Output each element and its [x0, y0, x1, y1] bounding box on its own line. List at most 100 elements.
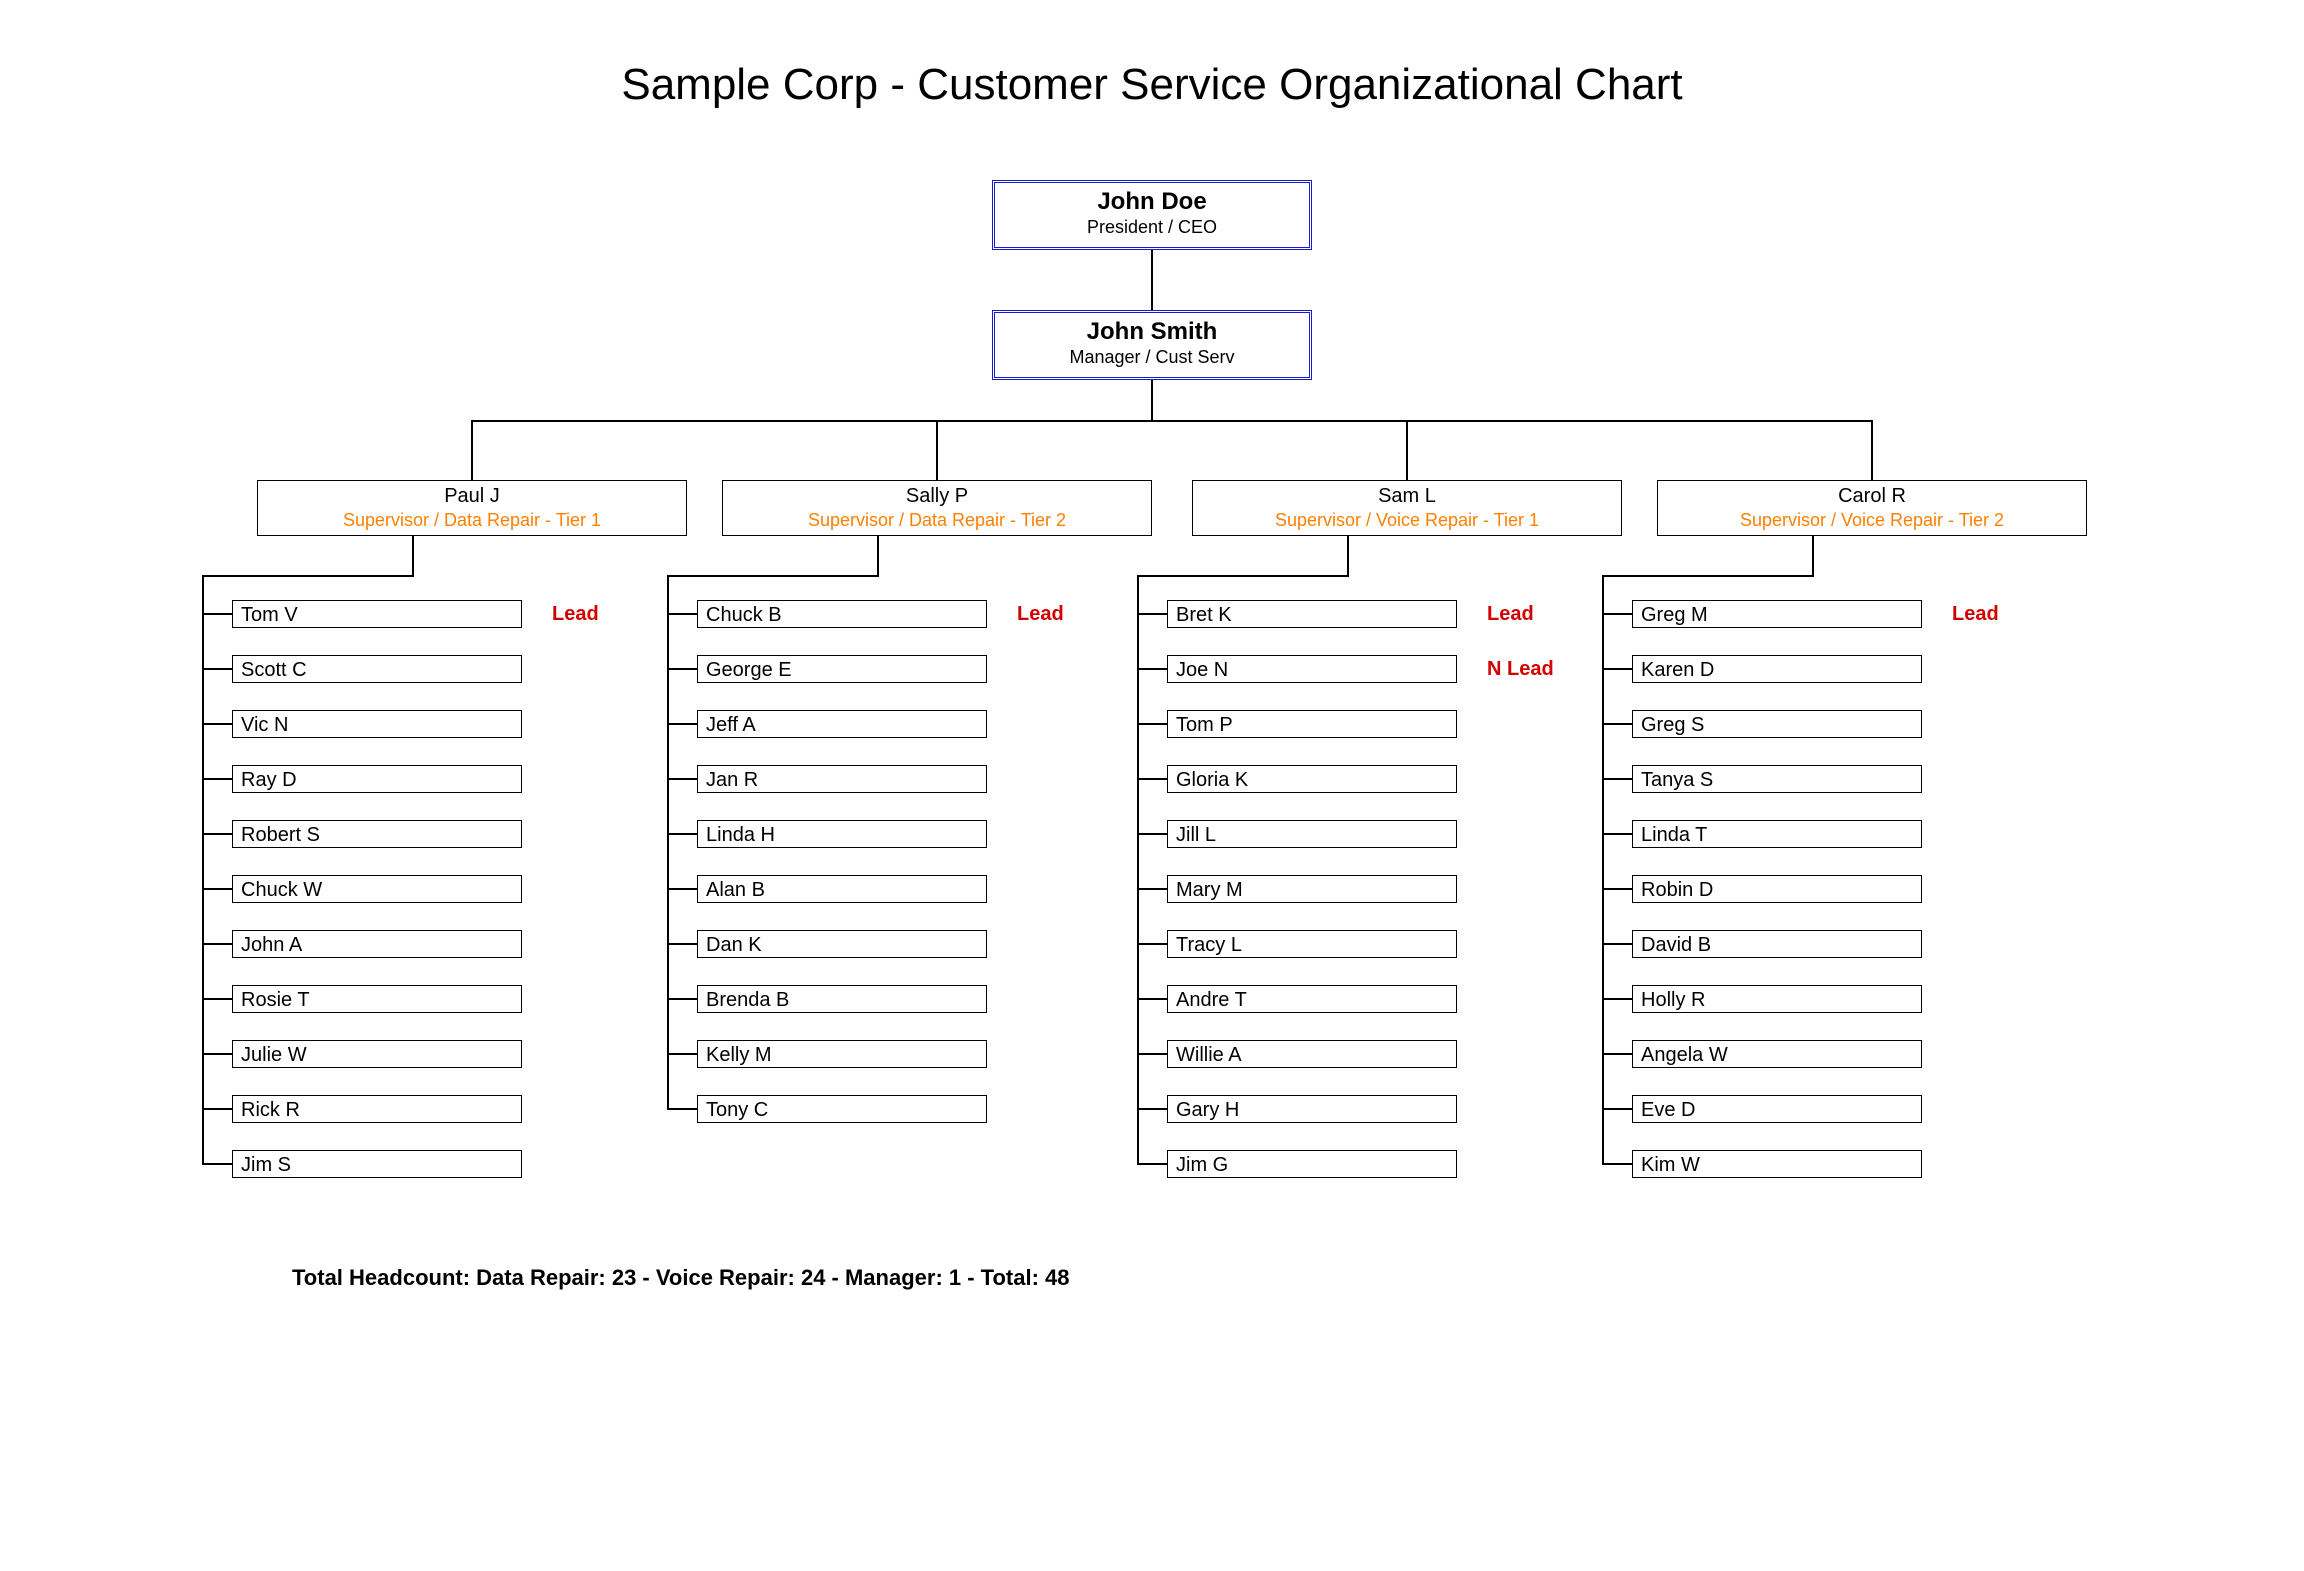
connector — [1812, 536, 1814, 575]
employee-box: David B — [1632, 930, 1922, 958]
employee-box: Bret K — [1167, 600, 1457, 628]
employee-box: Jim S — [232, 1150, 522, 1178]
connector — [412, 536, 414, 575]
connector — [1871, 420, 1873, 480]
employee-box: Karen D — [1632, 655, 1922, 683]
employee-box: John A — [232, 930, 522, 958]
supervisor-name: Carol R — [1658, 485, 2086, 508]
supervisor-box: Sally PSupervisor / Data Repair - Tier 2 — [722, 480, 1152, 536]
connector — [1137, 943, 1167, 945]
connector — [667, 998, 697, 1000]
connector — [1137, 888, 1167, 890]
connector — [202, 943, 232, 945]
employee-box: Kelly M — [697, 1040, 987, 1068]
connector — [1602, 575, 1814, 577]
connector — [1137, 575, 1349, 577]
connector — [1137, 1108, 1167, 1110]
page-title: Sample Corp - Customer Service Organizat… — [0, 60, 2304, 110]
role-tag: Lead — [1017, 600, 1064, 628]
employee-box: Tanya S — [1632, 765, 1922, 793]
employee-box: Dan K — [697, 930, 987, 958]
supervisor-title: Supervisor / Data Repair - Tier 2 — [723, 510, 1151, 531]
employee-box: Greg M — [1632, 600, 1922, 628]
employee-box: Robin D — [1632, 875, 1922, 903]
manager-name: John Smith — [995, 319, 1309, 345]
connector — [1151, 380, 1153, 420]
connector — [202, 833, 232, 835]
connector — [1406, 420, 1408, 480]
role-tag: Lead — [1952, 600, 1999, 628]
connector — [667, 575, 879, 577]
employee-box: Linda T — [1632, 820, 1922, 848]
connector — [202, 1053, 232, 1055]
employee-box: Gary H — [1167, 1095, 1457, 1123]
supervisor-name: Paul J — [258, 485, 686, 508]
headcount-summary: Total Headcount: Data Repair: 23 - Voice… — [292, 1265, 1070, 1291]
connector — [1137, 833, 1167, 835]
connector — [1602, 575, 1604, 1164]
connector — [1137, 1163, 1167, 1165]
employee-box: Julie W — [232, 1040, 522, 1068]
connector — [202, 998, 232, 1000]
connector — [1602, 943, 1632, 945]
role-tag: Lead — [1487, 600, 1534, 628]
employee-box: Greg S — [1632, 710, 1922, 738]
connector — [1137, 613, 1167, 615]
role-tag: N Lead — [1487, 655, 1554, 683]
employee-box: Tracy L — [1167, 930, 1457, 958]
supervisor-box: Paul JSupervisor / Data Repair - Tier 1 — [257, 480, 687, 536]
connector — [202, 613, 232, 615]
connector — [1602, 613, 1632, 615]
connector — [667, 613, 697, 615]
employee-box: Jeff A — [697, 710, 987, 738]
connector — [1602, 723, 1632, 725]
employee-box: Brenda B — [697, 985, 987, 1013]
supervisor-title: Supervisor / Voice Repair - Tier 2 — [1658, 510, 2086, 531]
connector — [667, 833, 697, 835]
connector — [667, 943, 697, 945]
manager-title: Manager / Cust Serv — [995, 347, 1309, 369]
ceo-box: John DoePresident / CEO — [992, 180, 1312, 250]
connector — [667, 668, 697, 670]
employee-box: Eve D — [1632, 1095, 1922, 1123]
supervisor-name: Sally P — [723, 485, 1151, 508]
connector — [472, 420, 1872, 422]
employee-box: Tony C — [697, 1095, 987, 1123]
employee-box: Rick R — [232, 1095, 522, 1123]
connector — [202, 888, 232, 890]
ceo-title: President / CEO — [995, 217, 1309, 239]
supervisor-title: Supervisor / Voice Repair - Tier 1 — [1193, 510, 1621, 531]
employee-box: Alan B — [697, 875, 987, 903]
connector — [667, 1053, 697, 1055]
connector — [1602, 888, 1632, 890]
employee-box: Jan R — [697, 765, 987, 793]
employee-box: Vic N — [232, 710, 522, 738]
employee-box: Kim W — [1632, 1150, 1922, 1178]
employee-box: Tom V — [232, 600, 522, 628]
connector — [202, 778, 232, 780]
employee-box: Willie A — [1167, 1040, 1457, 1068]
employee-box: Angela W — [1632, 1040, 1922, 1068]
connector — [667, 575, 669, 1109]
connector — [1602, 1163, 1632, 1165]
employee-box: Scott C — [232, 655, 522, 683]
employee-box: Chuck B — [697, 600, 987, 628]
manager-box: John SmithManager / Cust Serv — [992, 310, 1312, 380]
connector — [1137, 1053, 1167, 1055]
connector — [202, 1108, 232, 1110]
connector — [1137, 998, 1167, 1000]
connector — [202, 723, 232, 725]
connector — [667, 888, 697, 890]
connector — [1602, 833, 1632, 835]
supervisor-box: Carol RSupervisor / Voice Repair - Tier … — [1657, 480, 2087, 536]
employee-box: Ray D — [232, 765, 522, 793]
connector — [1347, 536, 1349, 575]
connector — [667, 723, 697, 725]
connector — [667, 1108, 697, 1110]
connector — [1602, 998, 1632, 1000]
employee-box: Holly R — [1632, 985, 1922, 1013]
employee-box: Andre T — [1167, 985, 1457, 1013]
employee-box: George E — [697, 655, 987, 683]
connector — [1151, 250, 1153, 310]
employee-box: Robert S — [232, 820, 522, 848]
